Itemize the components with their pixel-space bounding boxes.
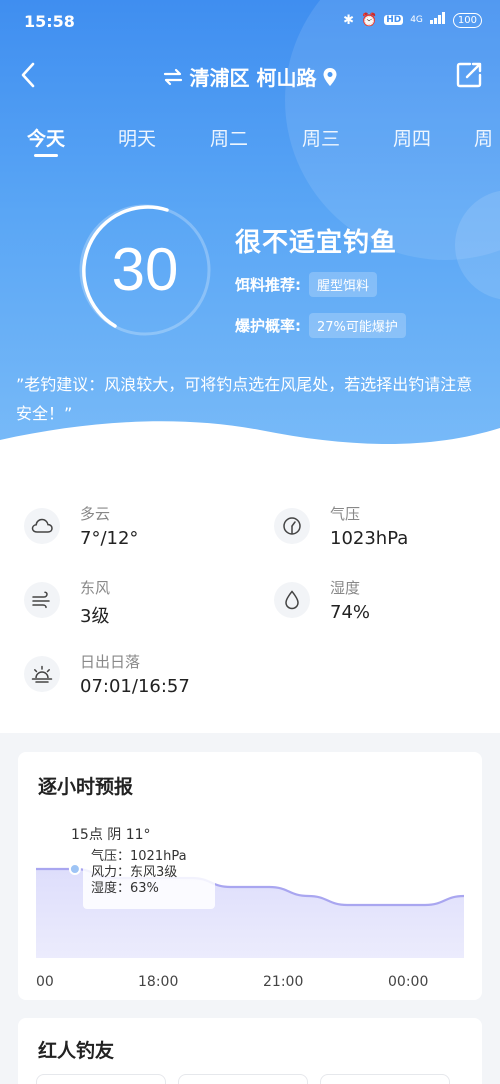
bluetooth-icon: ✱ <box>343 12 354 28</box>
fishing-friends-card: 红人钓友 <box>18 1018 482 1084</box>
friends-title: 红人钓友 <box>38 1040 115 1062</box>
x-tick-label: 00:00 <box>388 974 429 990</box>
detail-value: 7°/12° <box>80 528 139 549</box>
status-icons: ✱ ⏰ HD 4G 100 <box>343 12 482 28</box>
hourly-tooltip: 气压：1021hPa 风力：东风3级 湿度：63% <box>83 845 215 909</box>
x-axis-labels: 00 18:00 21:00 00:00 <box>36 974 464 994</box>
x-tick-label: 21:00 <box>263 974 304 990</box>
chart-highlight-point[interactable] <box>68 863 81 875</box>
detail-value: 07:01/16:57 <box>80 676 190 697</box>
x-tick-label: 00 <box>36 974 54 990</box>
location-pin-icon <box>323 67 337 86</box>
detail-label: 气压 <box>330 505 361 523</box>
location-selector[interactable]: 清浦区 柯山路 <box>0 62 500 91</box>
x-tick-label: 18:00 <box>138 974 179 990</box>
tab-indicator <box>34 154 58 157</box>
detail-sunrise: 日出日落 07:01/16:57 <box>24 651 190 697</box>
friend-tile[interactable] <box>320 1074 450 1084</box>
alarm-icon: ⏰ <box>361 12 378 28</box>
status-time: 15:58 <box>24 12 75 31</box>
fishing-score-gauge: 30 <box>75 200 215 340</box>
location-name: 清浦区 柯山路 <box>189 66 317 90</box>
tooltip-title: 15点 阴 11° <box>71 827 151 843</box>
tab-thursday[interactable]: 周四 <box>382 124 442 151</box>
bait-value: 腥型饵料 <box>309 272 378 297</box>
tab-wednesday[interactable]: 周三 <box>291 124 351 151</box>
detail-value: 3级 <box>80 606 110 627</box>
detail-label: 日出日落 <box>80 653 141 671</box>
bite-label: 爆护概率: <box>235 317 301 335</box>
tab-tomorrow[interactable]: 明天 <box>107 124 167 151</box>
fishing-advice: ”老钓建议：风浪较大，可将钓点选在风尾处，若选择出钓请注意安全！” <box>16 375 473 423</box>
friends-list <box>36 1074 450 1084</box>
share-icon[interactable] <box>454 60 484 90</box>
friend-tile[interactable] <box>178 1074 308 1084</box>
tab-today[interactable]: 今天 <box>16 124 76 151</box>
cloud-icon <box>24 508 60 544</box>
sunrise-icon <box>24 656 60 692</box>
bait-label: 饵料推荐: <box>235 276 301 294</box>
tooltip-line: 风力：东风3级 <box>91 865 178 880</box>
hourly-title: 逐小时预报 <box>38 776 134 798</box>
detail-value: 74% <box>330 602 371 623</box>
wind-icon <box>24 582 60 618</box>
hourly-forecast-card: 逐小时预报 15点 阴 11° 气压：1021hPa 风力：东风3级 湿度：63… <box>18 752 482 1000</box>
weather-details: 多云 7°/12° 气压 1023hPa 东风 3级 湿度 74% 日出日落 0… <box>0 475 500 733</box>
hd-icon: HD <box>384 15 404 25</box>
top-nav: 清浦区 柯山路 <box>0 56 500 96</box>
detail-label: 湿度 <box>330 579 361 597</box>
bite-row: 爆护概率: 27%可能爆护 <box>235 313 406 338</box>
detail-pressure: 气压 1023hPa <box>274 503 408 549</box>
tab-tuesday[interactable]: 周二 <box>199 124 259 151</box>
signal-icon <box>429 12 446 28</box>
detail-label: 多云 <box>80 505 111 523</box>
tab-friday[interactable]: 周 <box>474 124 500 151</box>
detail-wind: 东风 3级 <box>24 577 110 628</box>
fishing-verdict: 很不适宜钓鱼 <box>235 228 398 258</box>
day-tabs: 今天 明天 周二 周三 周四 周 <box>0 124 500 164</box>
detail-weather: 多云 7°/12° <box>24 503 138 549</box>
drop-icon <box>274 582 310 618</box>
battery-icon: 100 <box>452 12 482 28</box>
pressure-icon <box>274 508 310 544</box>
detail-label: 东风 <box>80 579 111 597</box>
score-value: 30 <box>111 236 179 303</box>
bite-value: 27%可能爆护 <box>309 313 406 338</box>
status-bar: 15:58 ✱ ⏰ HD 4G 100 <box>0 0 500 44</box>
swap-icon <box>163 68 182 85</box>
detail-humidity: 湿度 74% <box>274 577 370 623</box>
friend-tile[interactable] <box>36 1074 166 1084</box>
detail-value: 1023hPa <box>330 528 409 549</box>
tooltip-line: 气压：1021hPa <box>91 849 187 864</box>
network-label: 4G <box>410 15 423 25</box>
bait-row: 饵料推荐: 腥型饵料 <box>235 272 378 297</box>
tooltip-line: 湿度：63% <box>91 881 159 896</box>
